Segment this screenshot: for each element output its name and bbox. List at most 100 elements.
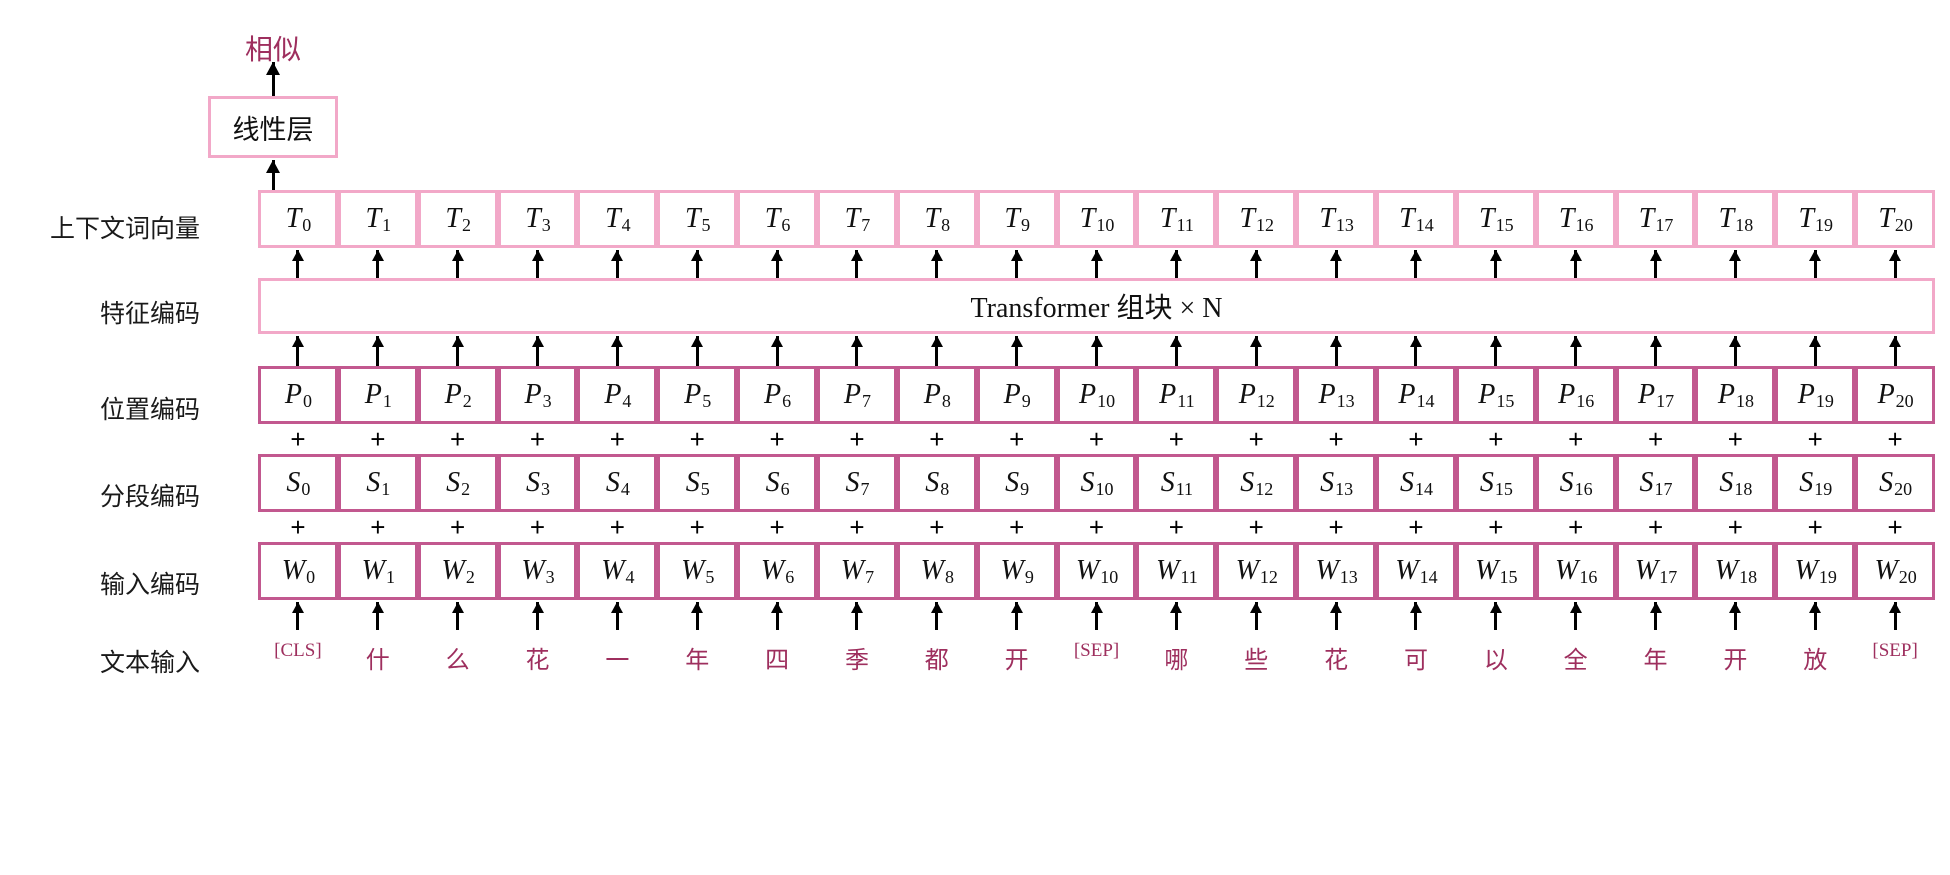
plus-icon: + [929, 424, 945, 454]
position-encoding-symbol: P [684, 379, 702, 410]
input-encoding-index: 12 [1259, 566, 1278, 587]
context-vector-symbol: T [1638, 203, 1655, 234]
context-vector-cell: T9 [976, 190, 1057, 248]
context-vector-symbol: T [605, 203, 621, 234]
segment-encoding-index: 0 [301, 478, 311, 499]
segment-encoding-symbol: S [1080, 467, 1095, 498]
segment-encoding-cell: S 16 [1535, 454, 1616, 512]
context-vector-cell: T 17 [1615, 190, 1696, 248]
context-vector-index: 11 [1176, 214, 1194, 235]
position-encoding-symbol: P [1558, 379, 1576, 410]
segment-encoding-index: 2 [461, 478, 471, 499]
arrow-up-icon [1775, 248, 1855, 278]
row-input-encoding: W 0 W 1 W 2 W 3 W 4 W 5 W 6 W 7 W 8 W 9 W 10 W 11 W 12 W 13 W 14 W 15 W 1… [258, 542, 1936, 600]
text-input-token: 年 [1643, 648, 1668, 674]
input-encoding-cell: W 17 [1615, 542, 1696, 600]
plus-icon: + [1568, 424, 1584, 454]
plus-icon: + [929, 512, 945, 542]
position-encoding-cell: P 19 [1775, 366, 1856, 424]
context-vector-symbol: T [1479, 203, 1495, 234]
arrow-up-icon [1296, 334, 1376, 366]
plus-icon: + [1168, 512, 1184, 542]
plus-icon: + [1488, 424, 1504, 454]
plus-icon: + [1009, 512, 1025, 542]
position-encoding-cell: P 13 [1296, 366, 1377, 424]
text-input-token: 些 [1244, 648, 1269, 674]
plus-icon: + [1088, 424, 1105, 454]
position-encoding-cell: P 18 [1695, 366, 1776, 424]
input-encoding-symbol: W [521, 555, 545, 586]
context-vector-symbol: T [285, 203, 302, 234]
plus-icon: + [1248, 512, 1264, 542]
arrow-up-icon [737, 334, 817, 366]
context-vector-cell: T 19 [1775, 190, 1856, 248]
plus-icon: + [769, 512, 785, 542]
context-vector-symbol: T [1004, 203, 1020, 234]
position-encoding-cell: P 11 [1136, 366, 1217, 424]
plus-icon: + [1647, 512, 1664, 542]
plus-icon: + [1408, 512, 1424, 542]
segment-encoding-cell: S 20 [1855, 454, 1936, 512]
position-encoding-index: 20 [1895, 390, 1914, 411]
text-input-token: 四 [765, 648, 790, 674]
segment-encoding-index: 6 [780, 478, 790, 499]
context-vector-cell: T 14 [1376, 190, 1456, 248]
context-vector-index: 3 [541, 214, 551, 235]
context-vector-index: 13 [1335, 214, 1354, 235]
context-vector-symbol: T [1878, 203, 1894, 234]
segment-encoding-symbol: S [685, 467, 700, 498]
arrow-up-icon [977, 334, 1057, 366]
arrow-up-icon [657, 334, 737, 366]
input-encoding-cell: W1 [337, 542, 418, 600]
arrow-up-icon [1136, 334, 1216, 366]
text-input-token: 什 [365, 648, 390, 674]
plus-icon: + [290, 424, 306, 454]
segment-encoding-symbol: S [925, 467, 940, 498]
context-vector-symbol: T [1319, 203, 1335, 234]
arrow-up-icon [737, 248, 817, 278]
position-encoding-symbol: P [1159, 379, 1177, 410]
arrow-up-icon [1536, 248, 1616, 278]
context-vector-cell: T 12 [1216, 190, 1297, 248]
context-vector-symbol: T [365, 203, 382, 234]
context-vector-cell: T8 [896, 190, 977, 248]
text-input-token: 放 [1803, 648, 1828, 674]
segment-encoding-cell: S4 [577, 454, 658, 512]
plus-icon: + [1168, 424, 1184, 454]
position-encoding-symbol: P [604, 379, 622, 410]
input-encoding-index: 16 [1579, 566, 1598, 587]
segment-encoding-cell: S 12 [1216, 454, 1297, 512]
arrow-up-icon [1855, 334, 1935, 366]
arrow-up-icon [1216, 600, 1296, 630]
plus-icon: + [1807, 512, 1823, 542]
plus-icon: + [1488, 512, 1504, 542]
position-encoding-cell: P 15 [1455, 366, 1536, 424]
position-encoding-index: 3 [542, 390, 552, 411]
segment-encoding-symbol: S [1005, 467, 1020, 498]
segment-encoding-symbol: S [446, 467, 461, 498]
arrow-up-icon [1536, 600, 1616, 630]
context-vector-symbol: T [1159, 203, 1176, 234]
input-encoding-index: 8 [944, 566, 954, 587]
arrow-up-icon [1136, 248, 1216, 278]
context-vector-symbol: T [1718, 203, 1735, 234]
context-vector-index: 6 [781, 214, 791, 235]
position-encoding-cell: P 16 [1535, 366, 1616, 424]
input-encoding-symbol: W [1555, 555, 1579, 586]
linear-layer-box: 线性层 [208, 96, 338, 158]
context-vector-index: 5 [701, 214, 711, 235]
context-vector-symbol: T [445, 203, 461, 234]
arrow-up-icon [1855, 600, 1935, 630]
arrow-up-icon [1855, 248, 1935, 278]
position-encoding-index: 11 [1177, 390, 1195, 411]
context-vector-symbol: T [1798, 203, 1815, 234]
context-vector-index: 8 [941, 214, 951, 235]
arrows-transformer-to-context [258, 248, 1935, 278]
context-vector-cell: T 10 [1056, 190, 1137, 248]
position-encoding-index: 13 [1336, 390, 1355, 411]
input-encoding-symbol: W [1315, 555, 1339, 586]
context-vector-symbol: T [1239, 203, 1256, 234]
input-encoding-cell: W2 [417, 542, 498, 600]
input-encoding-cell: W7 [817, 542, 897, 600]
arrow-up-icon [1456, 600, 1536, 630]
